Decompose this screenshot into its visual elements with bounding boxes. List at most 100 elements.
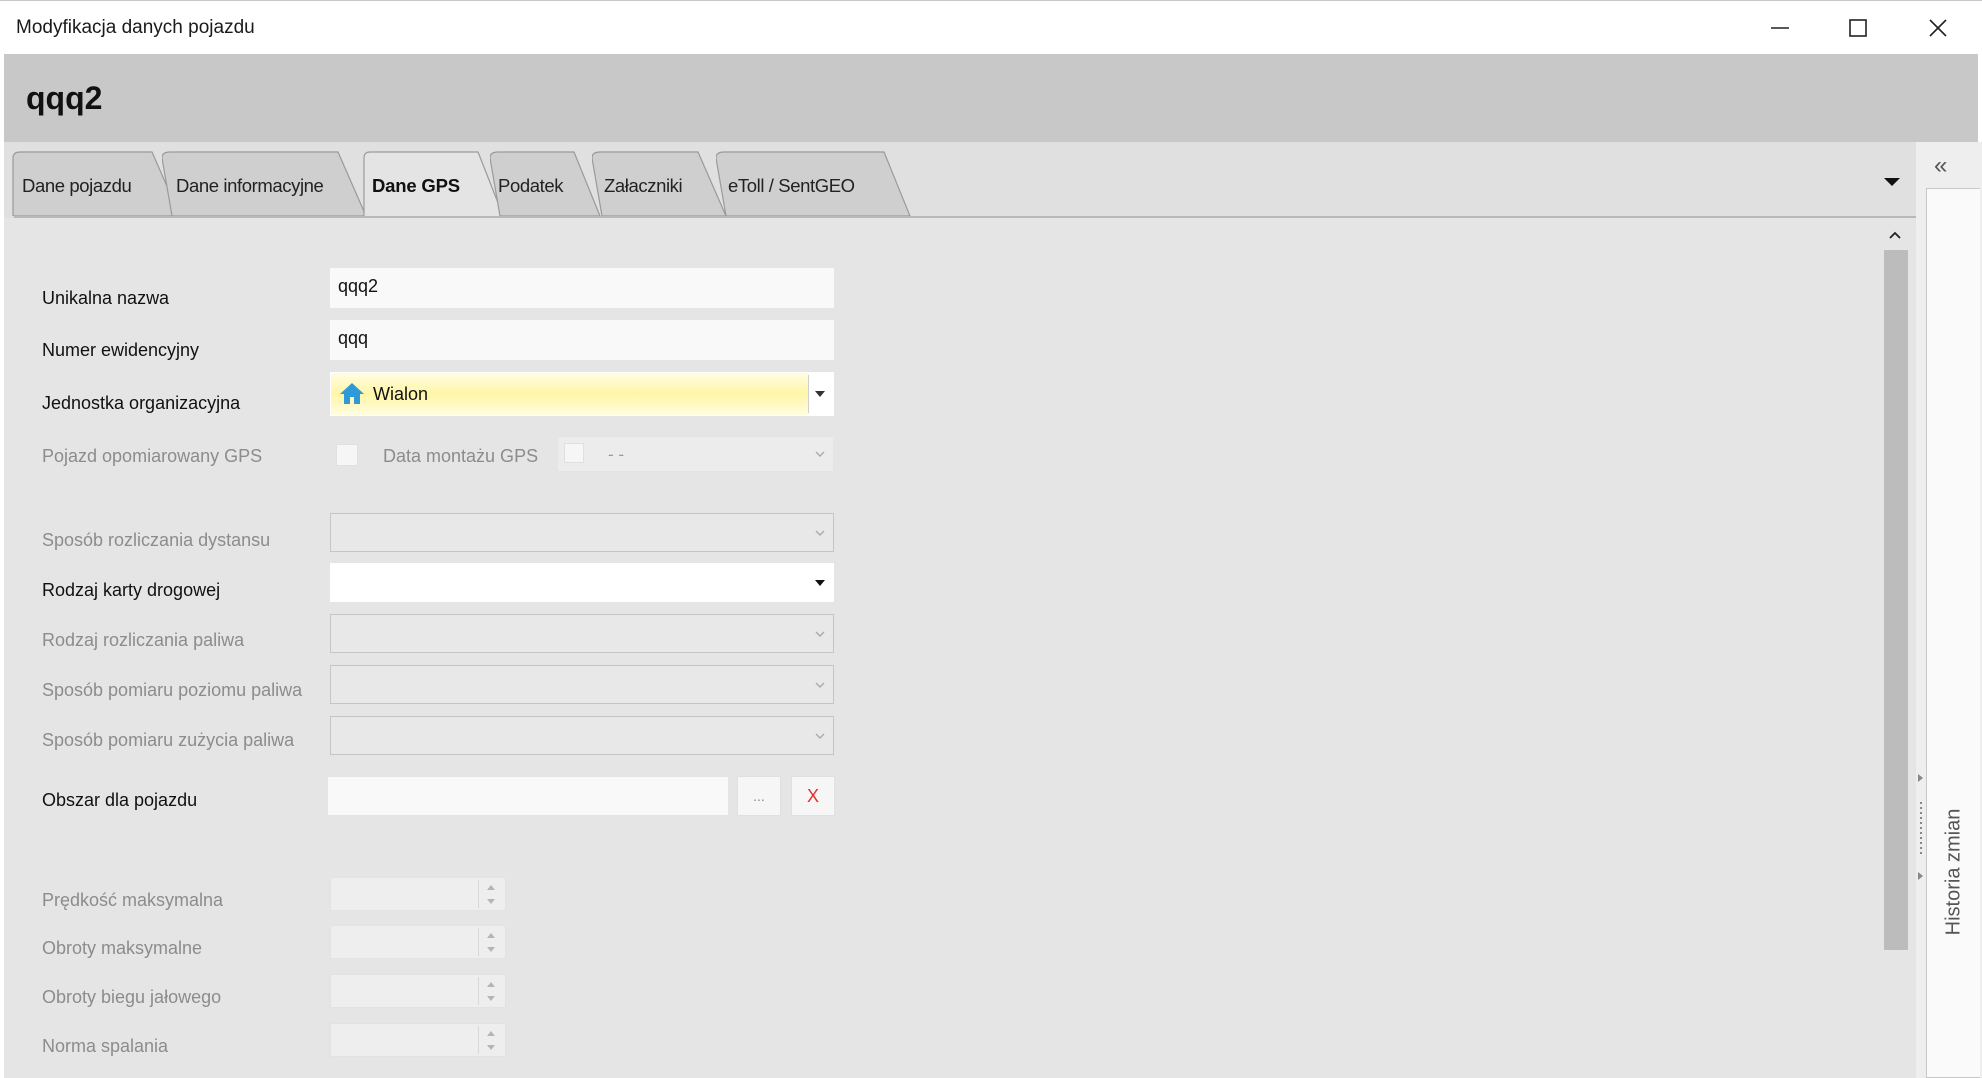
- clear-label: X: [806, 785, 819, 806]
- vehicle-area-clear-button[interactable]: X: [791, 776, 835, 816]
- vehicle-area-input[interactable]: [328, 777, 728, 815]
- reg-number-label: Numer ewidencyjny: [42, 340, 200, 360]
- close-button[interactable]: [1910, 7, 1966, 49]
- window-title: Modyfikacja danych pojazdu: [16, 17, 255, 38]
- triangle-down-icon: [487, 1044, 495, 1050]
- tab-label: eToll / SentGEO: [728, 175, 855, 196]
- tab-strip: Dane pojazdu Dane informacyjne Dane GPS …: [4, 142, 1916, 218]
- distance-method-label: Sposób rozliczania dystansu: [42, 530, 271, 550]
- dropdown-button[interactable]: [809, 516, 831, 549]
- history-panel-tab[interactable]: Historia zmian: [1926, 188, 1980, 1078]
- dropdown-button[interactable]: [809, 668, 831, 701]
- caret-down-icon: [1884, 178, 1900, 186]
- gps-mount-date-label: Data montażu GPS: [383, 446, 539, 466]
- tab-label: Dane GPS: [372, 175, 460, 196]
- fuel-norm-label: Norma spalania: [42, 1036, 169, 1056]
- collapse-panel-button[interactable]: «: [1934, 152, 1947, 180]
- fuel-norm-spinner[interactable]: [330, 1023, 506, 1057]
- content-scrollbar[interactable]: [1880, 220, 1910, 1078]
- org-unit-dropdown-button[interactable]: [808, 375, 831, 413]
- tab-label: Załaczniki: [604, 175, 683, 196]
- org-unit-combo[interactable]: Wialon: [330, 372, 834, 416]
- gps-mount-date-checkbox[interactable]: [564, 443, 584, 463]
- triangle-down-icon: [487, 898, 495, 904]
- max-speed-spinner[interactable]: [330, 877, 506, 911]
- spinner-arrows: [478, 880, 503, 908]
- caret-down-icon: [815, 579, 825, 586]
- title-bar: Modyfikacja danych pojazdu: [0, 0, 1982, 54]
- chevron-down-icon: [815, 682, 825, 688]
- max-rpm-spinner[interactable]: [330, 925, 506, 959]
- vehicle-area-label: Obszar dla pojazdu: [42, 790, 198, 810]
- scrollbar-thumb[interactable]: [1884, 250, 1908, 950]
- chevron-down-icon: [815, 733, 825, 739]
- tab-content-dane-gps: [14, 218, 1880, 1078]
- spin-up-button[interactable]: [479, 1026, 503, 1040]
- triangle-up-icon: [487, 981, 495, 987]
- gps-vehicle-checkbox[interactable]: [336, 444, 358, 466]
- chevron-down-icon: [815, 451, 825, 457]
- idle-rpm-spinner[interactable]: [330, 974, 506, 1008]
- chevron-down-icon: [815, 631, 825, 637]
- spin-down-button[interactable]: [479, 894, 503, 908]
- max-speed-label: Prędkość maksymalna: [42, 890, 224, 910]
- chevron-up-icon: [1889, 231, 1901, 239]
- record-title: qqq2: [26, 80, 103, 116]
- max-rpm-label: Obroty maksymalne: [42, 938, 203, 958]
- tabs-overflow-button[interactable]: [1880, 172, 1906, 192]
- triangle-up-icon: [487, 884, 495, 890]
- chevron-down-icon: [815, 530, 825, 536]
- splitter-grip[interactable]: [1916, 762, 1926, 892]
- vehicle-area-browse-button[interactable]: ...: [737, 776, 781, 816]
- gps-mount-date-value: - -: [608, 445, 625, 464]
- spin-up-button[interactable]: [479, 977, 503, 991]
- spin-down-button[interactable]: [479, 1040, 503, 1054]
- spin-down-button[interactable]: [479, 942, 503, 956]
- minimize-button[interactable]: [1752, 7, 1808, 49]
- fuel-usage-method-label: Sposób pomiaru zużycia paliwa: [42, 730, 295, 750]
- org-unit-label: Jednostka organizacyjna: [42, 393, 241, 413]
- fuel-usage-method-combo[interactable]: [330, 716, 834, 755]
- dropdown-button[interactable]: [809, 617, 831, 650]
- triangle-down-icon: [487, 995, 495, 1001]
- fuel-level-method-label: Sposób pomiaru poziomu paliwa: [42, 680, 303, 700]
- scroll-up-button[interactable]: [1884, 224, 1906, 246]
- maximize-icon: [1849, 19, 1867, 37]
- road-card-type-label: Rodzaj karty drogowej: [42, 580, 221, 600]
- chevron-down-icon: [815, 391, 825, 397]
- fuel-settlement-label: Rodzaj rozliczania paliwa: [42, 630, 245, 650]
- tab-label: Podatek: [498, 175, 564, 196]
- history-panel-title: Historia zmian: [1942, 808, 1965, 936]
- fuel-level-method-combo[interactable]: [330, 665, 834, 704]
- history-side-panel: « Historia zmian: [1916, 142, 1982, 1078]
- unique-name-input[interactable]: qqq2: [330, 268, 834, 308]
- org-unit-value: Wialon: [373, 384, 429, 404]
- spinner-arrows: [478, 977, 503, 1005]
- grip-dots-icon: [1918, 774, 1923, 880]
- gps-mount-date-picker[interactable]: - -: [557, 436, 834, 472]
- distance-method-combo[interactable]: [330, 513, 834, 552]
- triangle-up-icon: [487, 1030, 495, 1036]
- date-dropdown-button[interactable]: [809, 439, 831, 469]
- reg-number-input[interactable]: qqq: [330, 320, 834, 360]
- maximize-button[interactable]: [1830, 7, 1886, 49]
- spin-down-button[interactable]: [479, 991, 503, 1005]
- spin-up-button[interactable]: [479, 928, 503, 942]
- spin-up-button[interactable]: [479, 880, 503, 894]
- tab-label: Dane informacyjne: [176, 175, 324, 196]
- record-header: qqq2: [4, 54, 1978, 142]
- triangle-down-icon: [487, 946, 495, 952]
- road-card-type-combo[interactable]: [330, 563, 834, 602]
- fuel-settlement-combo[interactable]: [330, 614, 834, 653]
- house-icon: [340, 383, 364, 404]
- unique-name-label: Unikalna nazwa: [42, 288, 170, 308]
- triangle-up-icon: [487, 932, 495, 938]
- browse-label: ...: [753, 788, 765, 804]
- dropdown-button[interactable]: [809, 719, 831, 752]
- gps-vehicle-label: Pojazd opomiarowany GPS: [42, 446, 263, 466]
- dropdown-button[interactable]: [809, 566, 831, 599]
- spinner-arrows: [478, 1026, 503, 1054]
- close-icon: [1929, 19, 1947, 37]
- idle-rpm-label: Obroty biegu jałowego: [42, 987, 222, 1007]
- spinner-arrows: [478, 928, 503, 956]
